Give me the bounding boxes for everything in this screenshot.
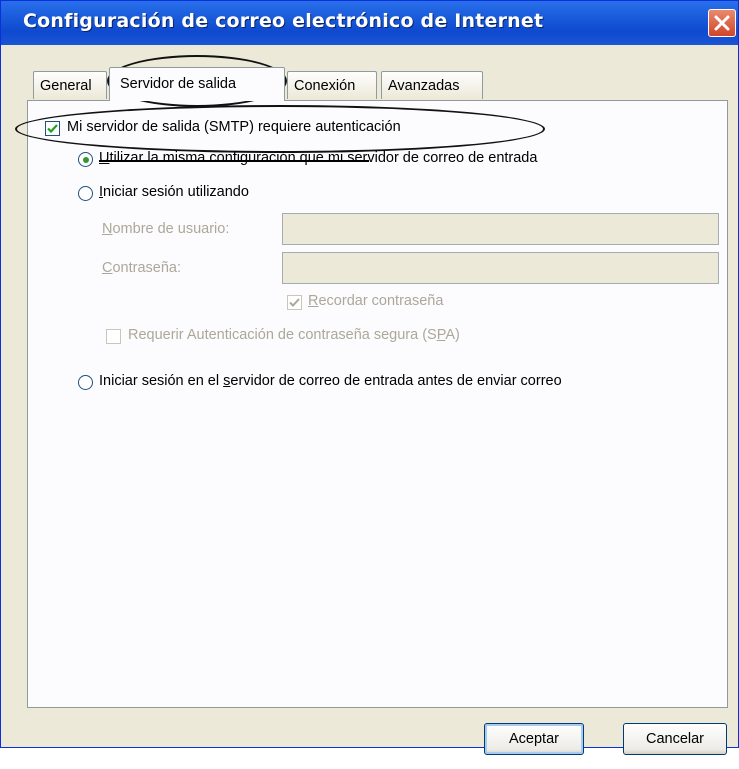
tab-conexion[interactable]: Conexión [287,71,377,99]
smtp-auth-label[interactable]: Mi servidor de salida (SMTP) requiere au… [67,119,401,135]
tab-general[interactable]: General [33,71,107,99]
close-icon [714,15,730,31]
radio-login-before-send-label[interactable]: Iniciar sesión en el servidor de correo … [99,373,562,389]
spa-label[interactable]: Requerir Autenticación de contraseña seg… [128,327,460,343]
radio-login-using[interactable] [78,186,93,201]
remember-password-checkbox[interactable] [287,295,302,310]
spa-checkbox[interactable] [106,329,121,344]
username-label: Nombre de usuario: [102,221,230,237]
window-title: Configuración de correo electrónico de I… [23,10,544,32]
title-bar: Configuración de correo electrónico de I… [1,1,738,45]
smtp-auth-checkbox[interactable] [45,121,60,136]
checkmark-icon [289,298,300,307]
ok-button[interactable]: Aceptar [484,723,584,755]
radio-login-before-send[interactable] [78,375,93,390]
password-input[interactable] [282,252,719,284]
radio-same-config[interactable] [78,152,93,167]
tab-servidor-de-salida[interactable]: Servidor de salida [109,67,285,101]
strikethrough-mark [99,160,369,162]
username-input[interactable] [282,213,719,245]
close-button[interactable] [708,9,736,37]
radio-same-config-label[interactable]: Utilizar la misma configuración que mi s… [99,150,537,166]
cancel-button[interactable]: Cancelar [623,723,727,755]
checkmark-icon [47,124,58,134]
tab-avanzadas[interactable]: Avanzadas [381,71,483,99]
password-label: Contraseña: [102,260,182,276]
radio-selected-dot [82,156,89,163]
remember-password-label[interactable]: Recordar contraseña [308,293,443,309]
dialog-window: Configuración de correo electrónico de I… [0,0,739,755]
radio-login-using-label[interactable]: Iniciar sesión utilizando [99,184,249,200]
